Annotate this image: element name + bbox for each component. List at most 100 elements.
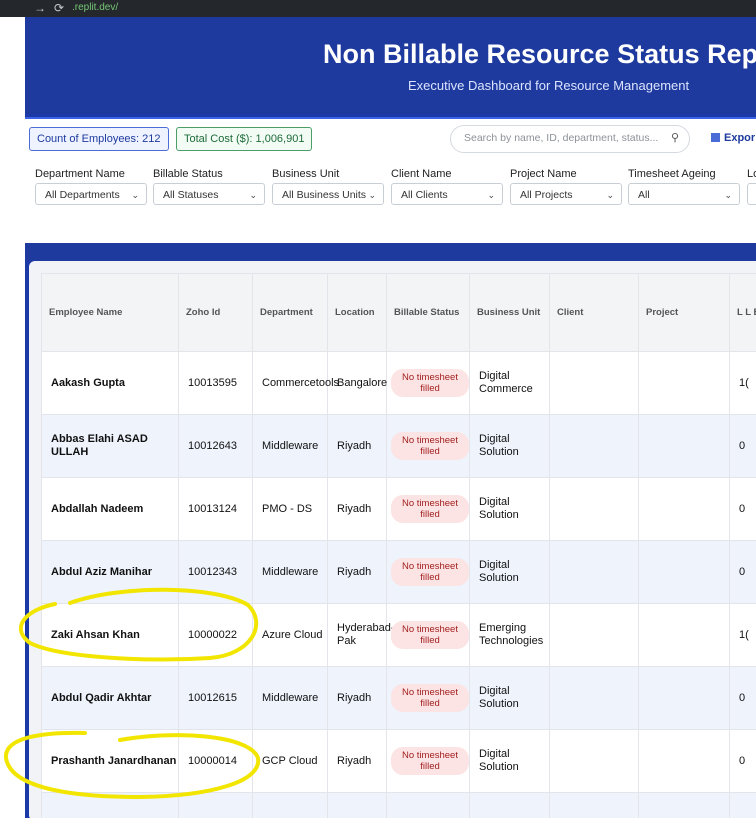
- table-header-row: Employee Name Zoho Id Department Locatio…: [41, 273, 756, 352]
- client: [549, 666, 639, 730]
- employee-name: Aakash Gupta: [41, 351, 179, 415]
- zoho-id: 10012343: [178, 540, 253, 604]
- column-header[interactable]: Employee Name: [41, 273, 179, 352]
- filter-label: Lo: [747, 168, 756, 180]
- employee-count-badge: Count of Employees: 212: [29, 127, 169, 151]
- column-header[interactable]: Billable Status: [386, 273, 470, 352]
- employee-name: Abbas Elahi ASAD ULLAH: [41, 414, 179, 478]
- table-row[interactable]: Abdallah Nadeem 10013124 PMO - DS Riyadh…: [41, 477, 756, 541]
- search-box[interactable]: ⚲: [450, 125, 690, 153]
- client: [549, 477, 639, 541]
- department: Middleware: [252, 540, 328, 604]
- client: [549, 351, 639, 415]
- forward-icon[interactable]: →: [34, 1, 46, 15]
- department: PMO - DS: [252, 477, 328, 541]
- header: Non Billable Resource Status Repo Execut…: [25, 17, 756, 114]
- column-header[interactable]: Location: [327, 273, 387, 352]
- zoho-id: 10000014: [178, 729, 253, 793]
- reload-icon[interactable]: ⟳: [54, 1, 64, 15]
- column-header[interactable]: Client: [549, 273, 639, 352]
- search-icon[interactable]: ⚲: [671, 131, 679, 144]
- location: Riyadh: [327, 666, 387, 730]
- table-row[interactable]: [41, 792, 756, 818]
- column-header[interactable]: Zoho Id: [178, 273, 253, 352]
- column-header[interactable]: L L B: [729, 273, 756, 352]
- billable-status-cell: No timesheet filled: [386, 477, 470, 541]
- filter-label: Department Name: [35, 168, 125, 180]
- column-header[interactable]: Department: [252, 273, 328, 352]
- business-unit: Emerging Technologies: [469, 603, 550, 667]
- location: Bangalore: [327, 351, 387, 415]
- dashboard-app: Non Billable Resource Status Repo Execut…: [25, 17, 756, 818]
- project-name-select[interactable]: All Projects ⌄: [510, 183, 622, 205]
- filter-bar: Department Name All Departments ⌄ Billabl…: [25, 163, 756, 243]
- client: [549, 729, 639, 793]
- project: [638, 477, 730, 541]
- zoho-id: 10013595: [178, 351, 253, 415]
- table-row[interactable]: Aakash Gupta 10013595 Commercetools Bang…: [41, 351, 756, 415]
- export-button[interactable]: Expor: [711, 132, 755, 144]
- url-text[interactable]: .replit.dev/: [72, 2, 118, 13]
- zoho-id: 10013124: [178, 477, 253, 541]
- status-badge: No timesheet filled: [391, 747, 469, 775]
- resource-table: Employee Name Zoho Id Department Locatio…: [41, 273, 756, 818]
- status-badge: No timesheet filled: [391, 432, 469, 460]
- employee-name: Prashanth Janardhanan: [41, 729, 179, 793]
- table-row[interactable]: Prashanth Janardhanan 10000014 GCP Cloud…: [41, 729, 756, 793]
- filter-timesheet-ageing: Timesheet Ageing All ⌄: [628, 168, 740, 205]
- business-unit: [469, 792, 550, 818]
- table-row[interactable]: Zaki Ahsan Khan 10000022 Azure Cloud Hyd…: [41, 603, 756, 667]
- zoho-id: 10000022: [178, 603, 253, 667]
- billable-status-cell: No timesheet filled: [386, 540, 470, 604]
- client: [549, 540, 639, 604]
- location: Riyadh: [327, 477, 387, 541]
- select-value: All Business Units: [282, 189, 367, 201]
- billable-status-cell: No timesheet filled: [386, 414, 470, 478]
- location: Riyadh: [327, 414, 387, 478]
- timesheet-ageing-select[interactable]: All ⌄: [628, 183, 740, 205]
- table-container: Employee Name Zoho Id Department Locatio…: [29, 261, 756, 818]
- department-select[interactable]: All Departments ⌄: [35, 183, 147, 205]
- status-badge: No timesheet filled: [391, 558, 469, 586]
- billable-status-cell: No timesheet filled: [386, 603, 470, 667]
- employee-name: Abdallah Nadeem: [41, 477, 179, 541]
- select-value: All Departments: [45, 189, 120, 201]
- billable-status-select[interactable]: All Statuses ⌄: [153, 183, 265, 205]
- project: [638, 414, 730, 478]
- last-column: [729, 792, 756, 818]
- table-row[interactable]: Abdul Qadir Akhtar 10012615 Middleware R…: [41, 666, 756, 730]
- table-row[interactable]: Abbas Elahi ASAD ULLAH 10012643 Middlewa…: [41, 414, 756, 478]
- business-unit: Digital Solution: [469, 414, 550, 478]
- select-value: All Clients: [401, 189, 448, 201]
- chevron-down-icon: ⌄: [606, 190, 614, 200]
- employee-name: Zaki Ahsan Khan: [41, 603, 179, 667]
- export-label: Expor: [724, 132, 756, 144]
- column-header[interactable]: Project: [638, 273, 730, 352]
- status-badge: No timesheet filled: [391, 369, 469, 397]
- client-name-select[interactable]: All Clients ⌄: [391, 183, 503, 205]
- column-header[interactable]: Business Unit: [469, 273, 550, 352]
- status-badge: No timesheet filled: [391, 684, 469, 712]
- status-badge: No timesheet filled: [391, 495, 469, 523]
- last-column: 0: [729, 729, 756, 793]
- last-column: 1(: [729, 351, 756, 415]
- section-divider: [25, 243, 756, 261]
- business-unit-select[interactable]: All Business Units ⌄: [272, 183, 384, 205]
- filter-label: Billable Status: [153, 168, 223, 180]
- employee-name: [41, 792, 179, 818]
- filter-label: Client Name: [391, 168, 452, 180]
- last-column: 0: [729, 540, 756, 604]
- project: [638, 666, 730, 730]
- chevron-down-icon: ⌄: [249, 190, 257, 200]
- billable-status-cell: [386, 792, 470, 818]
- zoho-id: [178, 792, 253, 818]
- filter-label: Project Name: [510, 168, 577, 180]
- table-row[interactable]: Abdul Aziz Manihar 10012343 Middleware R…: [41, 540, 756, 604]
- filter-project-name: Project Name All Projects ⌄: [510, 168, 622, 205]
- toolbar: Count of Employees: 212 Total Cost ($): …: [25, 117, 756, 163]
- business-unit: Digital Commerce: [469, 351, 550, 415]
- location-select[interactable]: [747, 183, 756, 205]
- chevron-down-icon: ⌄: [131, 190, 139, 200]
- business-unit: Digital Solution: [469, 666, 550, 730]
- search-input[interactable]: [462, 131, 666, 145]
